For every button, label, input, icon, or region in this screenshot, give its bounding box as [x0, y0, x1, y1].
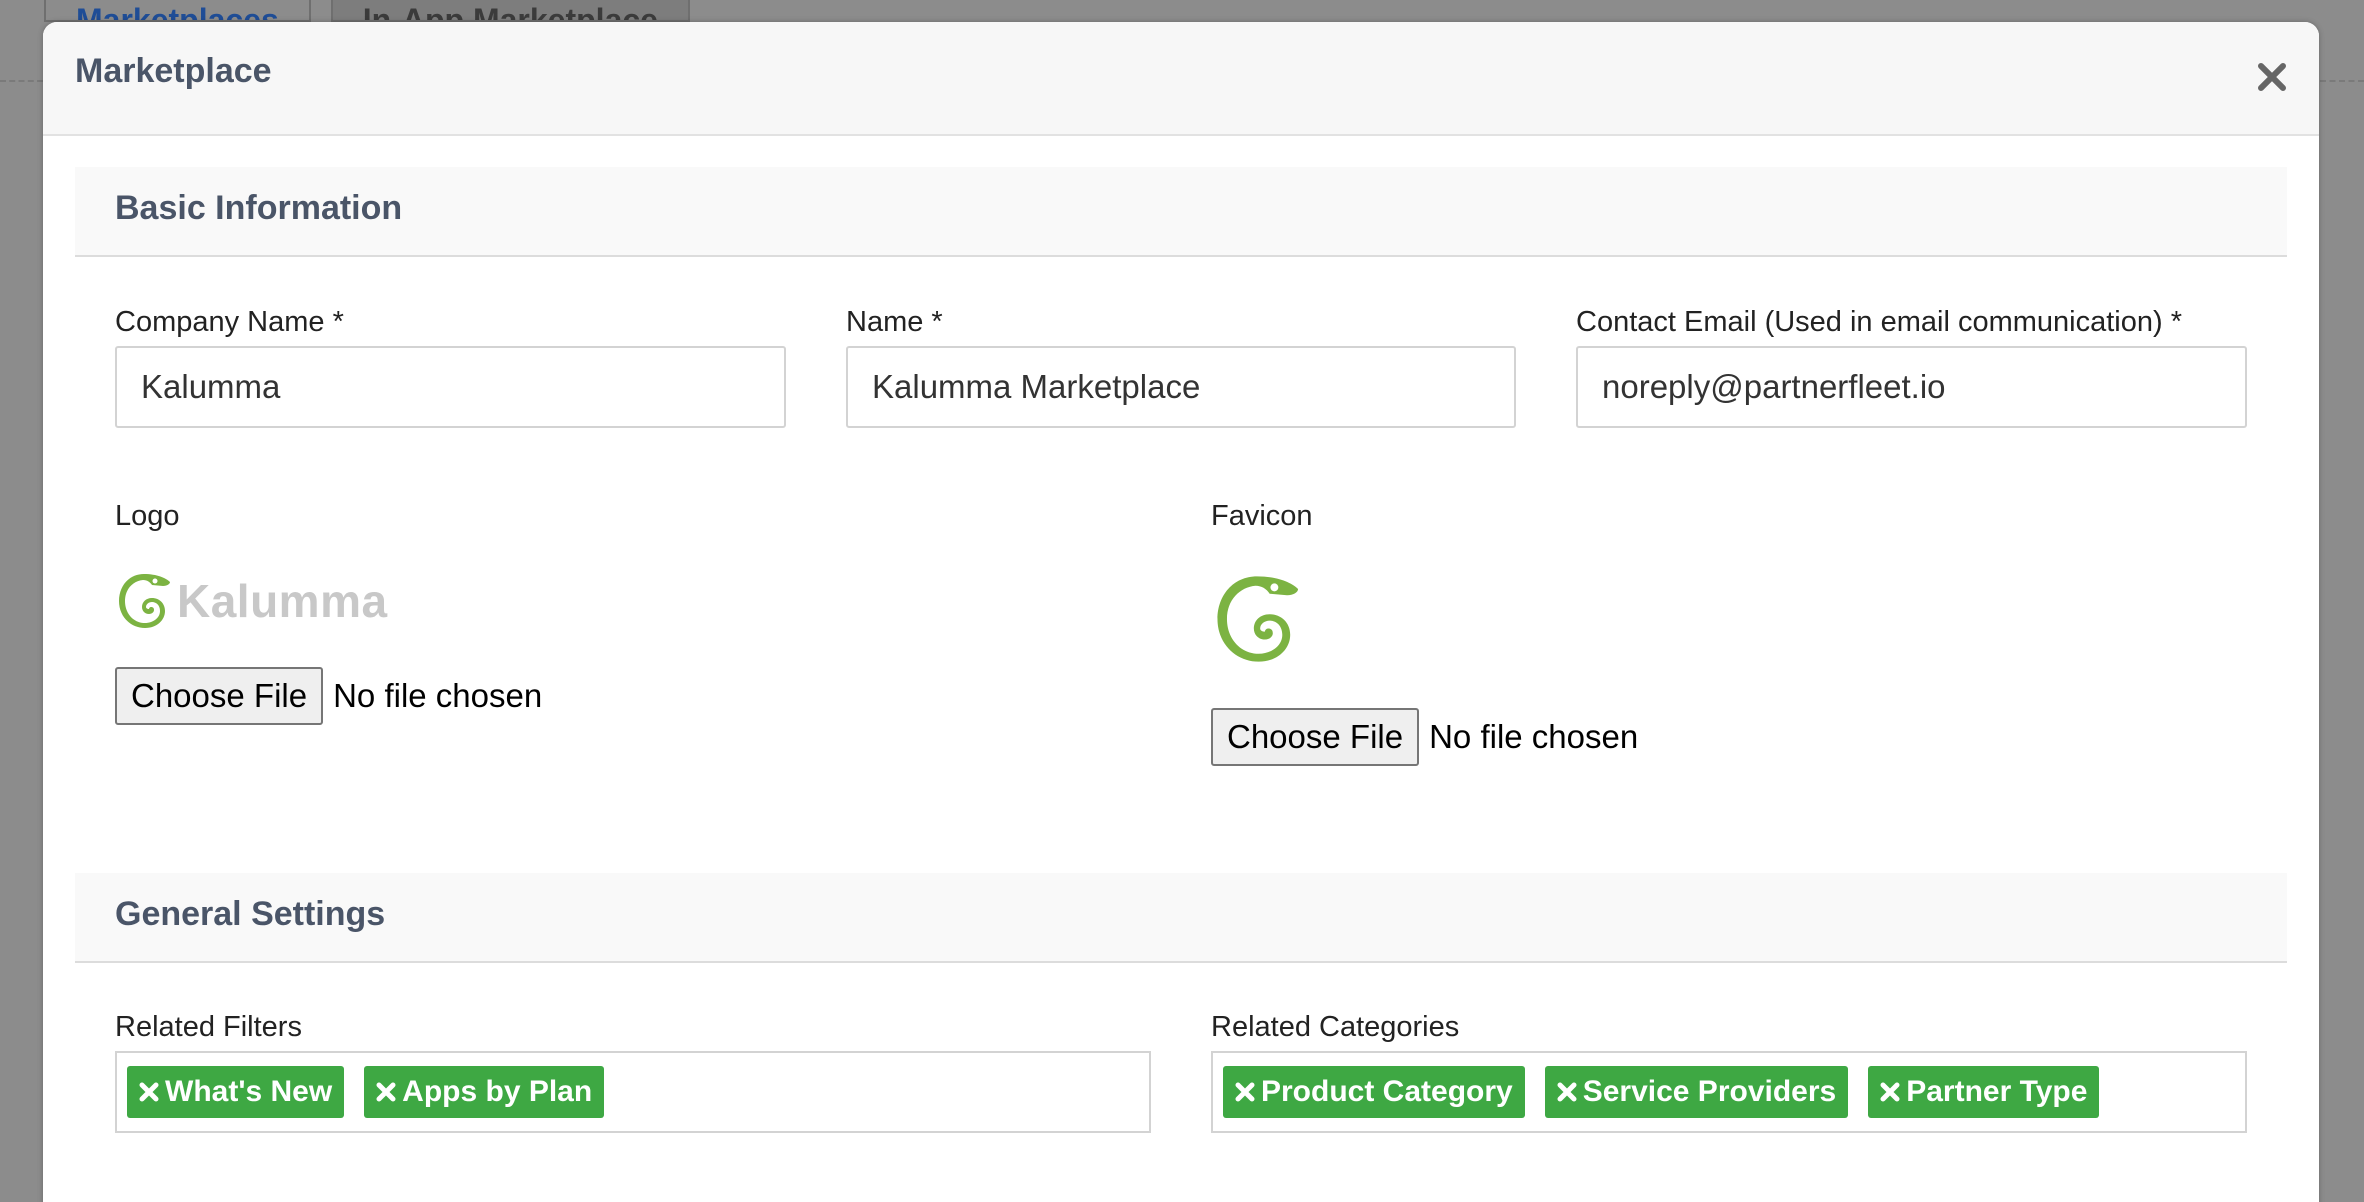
remove-tag-icon[interactable]: [1233, 1080, 1257, 1104]
favicon-preview: [1211, 570, 1303, 668]
logo-wordmark: Kalumma: [177, 575, 388, 627]
remove-tag-icon[interactable]: [137, 1080, 161, 1104]
related-categories-label: Related Categories: [1211, 1011, 1460, 1043]
category-tag: Product Category: [1223, 1066, 1525, 1118]
related-filters-label: Related Filters: [115, 1011, 302, 1043]
remove-tag-icon[interactable]: [374, 1080, 398, 1104]
favicon-label: Favicon: [1211, 500, 1313, 532]
tag-label: What's New: [165, 1075, 333, 1108]
filter-tag: What's New: [127, 1066, 345, 1118]
name-label: Name *: [846, 306, 943, 338]
tab-marketplaces[interactable]: Marketplaces: [44, 0, 311, 22]
tag-label: Apps by Plan: [402, 1075, 593, 1108]
related-categories-select[interactable]: Product Category Service Providers Partn…: [1211, 1051, 2247, 1133]
favicon-file-status: No file chosen: [1429, 718, 1639, 755]
logo-preview: Kalumma: [115, 570, 388, 632]
category-tag: Service Providers: [1544, 1066, 1849, 1118]
chameleon-icon: [1217, 576, 1299, 662]
favicon-choose-file-button[interactable]: Choose File: [1211, 708, 1420, 766]
favicon-file-picker: Choose File No file chosen: [1211, 708, 1638, 766]
general-settings-header: General Settings: [75, 873, 2287, 963]
contact-email-label: Contact Email (Used in email communicati…: [1576, 306, 2182, 338]
contact-email-input[interactable]: [1576, 346, 2247, 428]
close-icon[interactable]: [2255, 60, 2289, 94]
background-divider: [0, 80, 43, 82]
logo-file-picker: Choose File No file chosen: [115, 667, 542, 725]
tag-label: Service Providers: [1582, 1075, 1837, 1108]
company-name-label: Company Name *: [115, 306, 344, 338]
chameleon-icon: [119, 574, 170, 628]
logo-label: Logo: [115, 500, 180, 532]
modal-title: Marketplace: [75, 52, 272, 90]
marketplace-modal: Marketplace Basic Information Company Na…: [43, 22, 2319, 1202]
name-input[interactable]: [846, 346, 1516, 428]
section-title: Basic Information: [115, 189, 403, 227]
tag-label: Product Category: [1261, 1075, 1513, 1108]
tag-label: Partner Type: [1906, 1075, 2088, 1108]
filter-tag: Apps by Plan: [364, 1066, 605, 1118]
category-tag: Partner Type: [1868, 1066, 2100, 1118]
logo-file-status: No file chosen: [333, 677, 543, 714]
section-title: General Settings: [115, 895, 386, 933]
basic-information-header: Basic Information: [75, 167, 2287, 257]
remove-tag-icon[interactable]: [1878, 1080, 1902, 1104]
related-filters-select[interactable]: What's New Apps by Plan: [115, 1051, 1151, 1133]
tab-in-app-marketplace[interactable]: In-App Marketplace: [330, 0, 690, 22]
background-tabs: Marketplaces In-App Marketplace: [44, 0, 690, 22]
remove-tag-icon[interactable]: [1555, 1080, 1579, 1104]
background-divider: [2320, 80, 2364, 82]
logo-choose-file-button[interactable]: Choose File: [115, 667, 324, 725]
modal-header: Marketplace: [43, 22, 2319, 136]
company-name-input[interactable]: [115, 346, 786, 428]
